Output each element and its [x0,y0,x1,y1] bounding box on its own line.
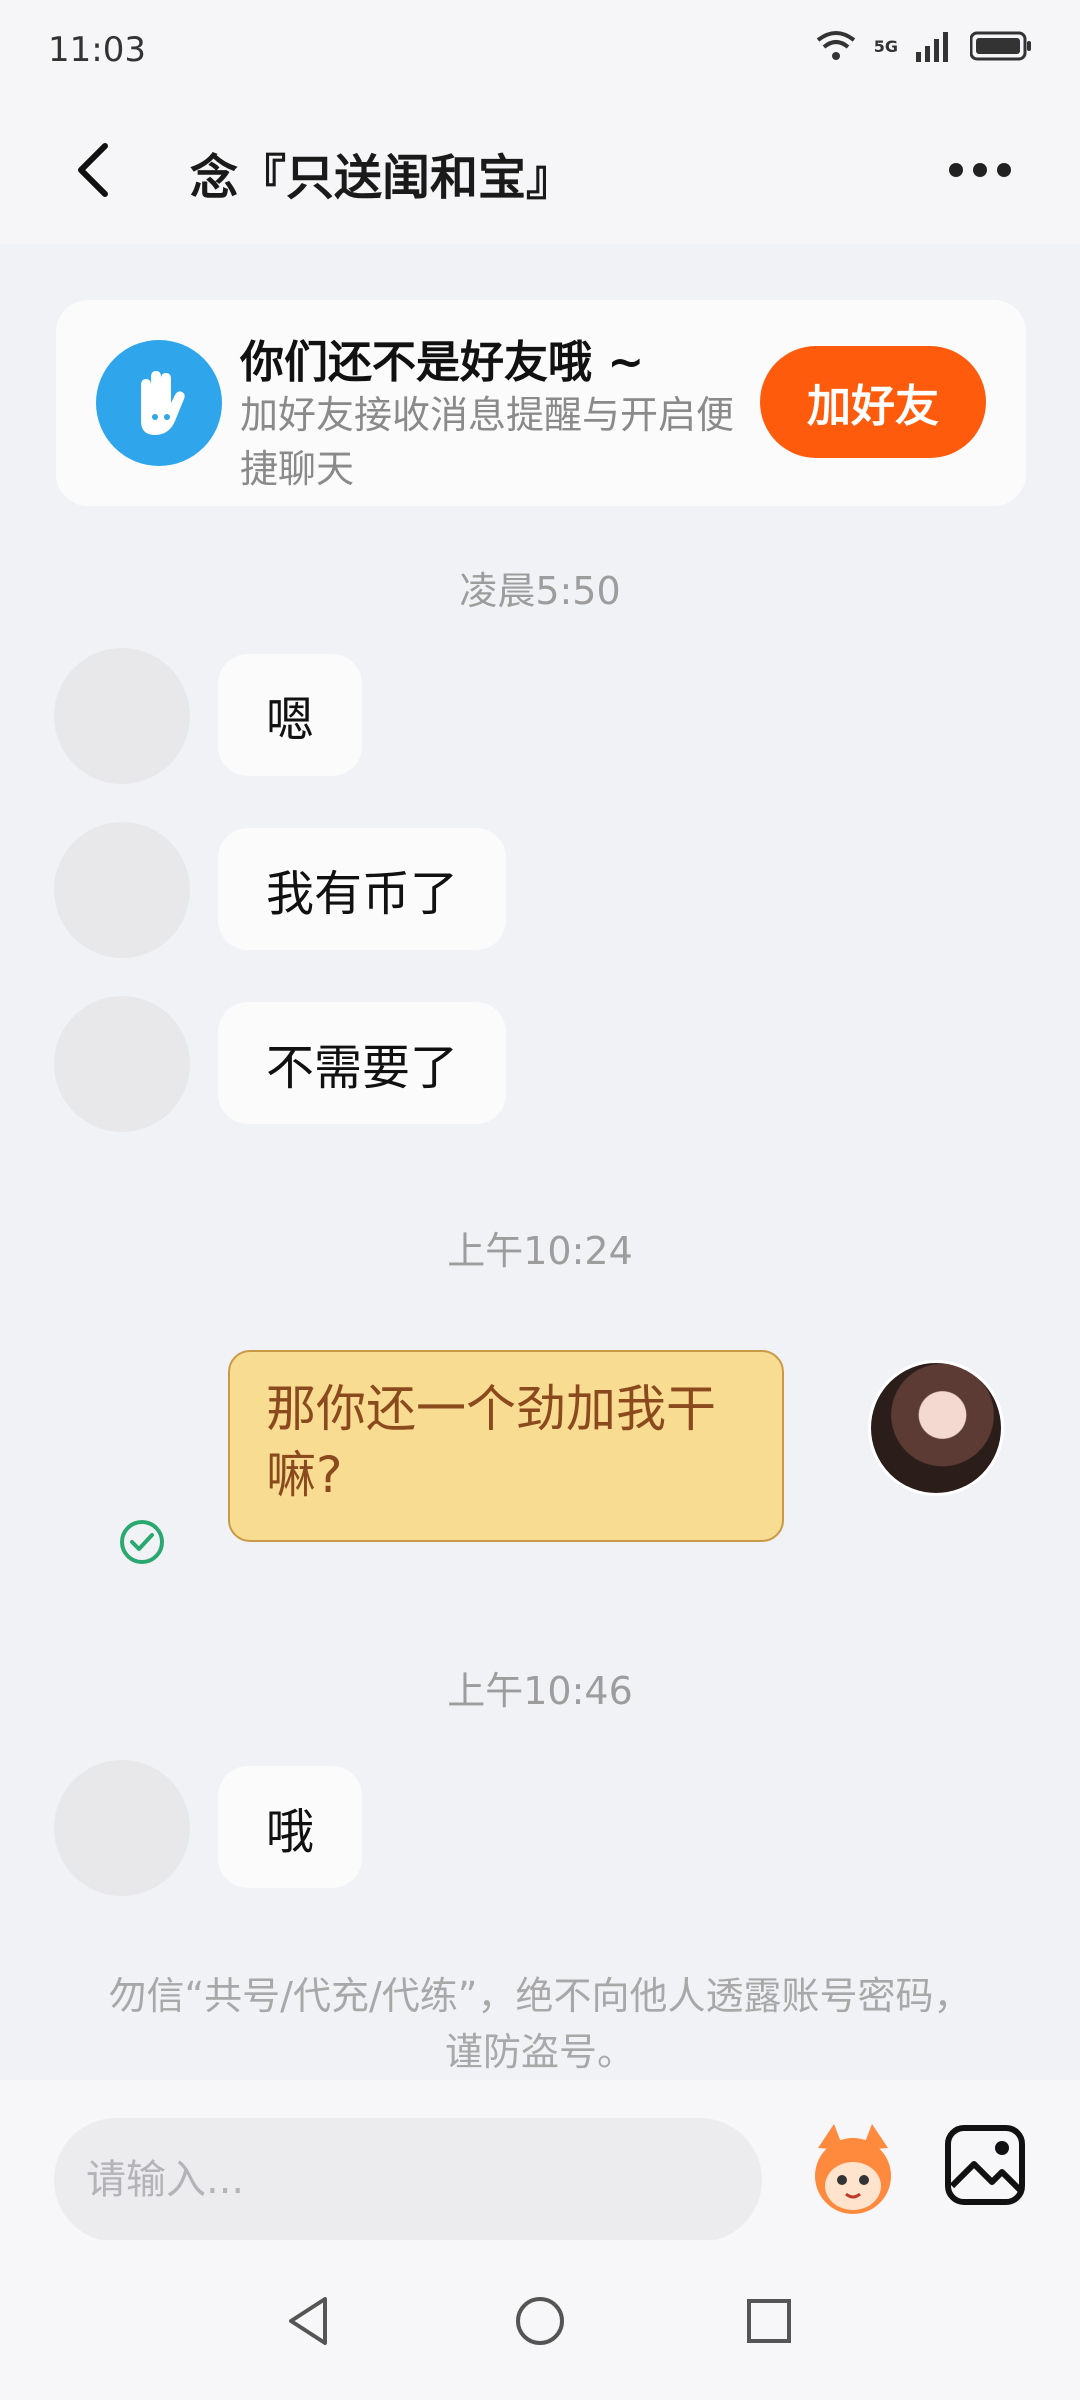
battery-icon [970,31,1031,61]
message-bubble[interactable]: 嗯 [218,654,363,776]
chat-header: 念『只送闺和宝』 [0,100,1080,244]
friend-banner-title: 你们还不是好友哦 ~ [240,337,645,388]
chat-title: 念『只送闺和宝』 [190,150,575,206]
contact-avatar[interactable] [54,1760,190,1896]
message-input[interactable] [54,2118,762,2242]
nav-back-button[interactable] [274,2286,344,2356]
contact-avatar[interactable] [54,996,190,1132]
more-options-button[interactable] [940,140,1020,200]
chat-area[interactable]: 你们还不是好友哦 ~ 加好友接收消息提醒与开启便捷聊天 加好友 凌晨5:50 嗯… [0,244,1080,2080]
triangle-back-icon [289,2297,327,2345]
signal-icon [916,32,948,62]
status-time: 11:03 [48,30,146,70]
message-bubble[interactable]: 我有币了 [218,828,507,950]
image-button[interactable] [940,2120,1030,2210]
network-type-label: 5G [873,36,898,56]
message-bubble[interactable]: 不需要了 [218,1002,507,1124]
status-bar: 11:03 5G [0,0,1080,100]
contact-avatar[interactable] [54,648,190,784]
message-row-outgoing: 那你还一个劲加我干嘛? [0,1350,1080,1580]
timestamp: 凌晨5:50 [459,569,621,613]
mascot-icon [815,2124,891,2214]
input-bar [0,2080,1080,2242]
circle-home-icon [516,2297,564,2345]
add-friend-button[interactable]: 加好友 [760,346,986,458]
message-bubble-outgoing[interactable]: 那你还一个劲加我干嘛? [228,1350,784,1542]
image-icon [945,2125,1025,2205]
more-dot-icon [973,163,987,177]
contact-avatar[interactable] [54,822,190,958]
user-avatar[interactable] [868,1360,1004,1496]
more-dot-icon [997,163,1011,177]
system-nav-bar [0,2240,1080,2400]
more-dot-icon [949,163,963,177]
nav-recents-button[interactable] [734,2286,804,2356]
status-icons: 5G [816,30,1032,62]
add-friend-banner: 你们还不是好友哦 ~ 加好友接收消息提醒与开启便捷聊天 加好友 [56,300,1026,506]
friend-banner-description: 加好友接收消息提醒与开启便捷聊天 [240,393,735,491]
message-bubble[interactable]: 哦 [218,1766,363,1888]
sticker-button[interactable] [800,2118,906,2224]
timestamp: 上午10:24 [447,1229,633,1273]
square-recents-icon [747,2299,791,2343]
nav-home-button[interactable] [505,2286,575,2356]
back-button[interactable] [58,130,128,210]
timestamp: 上午10:46 [447,1669,633,1713]
wifi-icon [816,31,855,60]
chevron-left-icon [78,143,108,197]
security-notice: 勿信“共号/代充/代练”，绝不向他人透露账号密码，谨防盗号。 [108,1974,972,2074]
wave-hand-icon [96,340,222,466]
sent-check-icon [120,1520,164,1564]
